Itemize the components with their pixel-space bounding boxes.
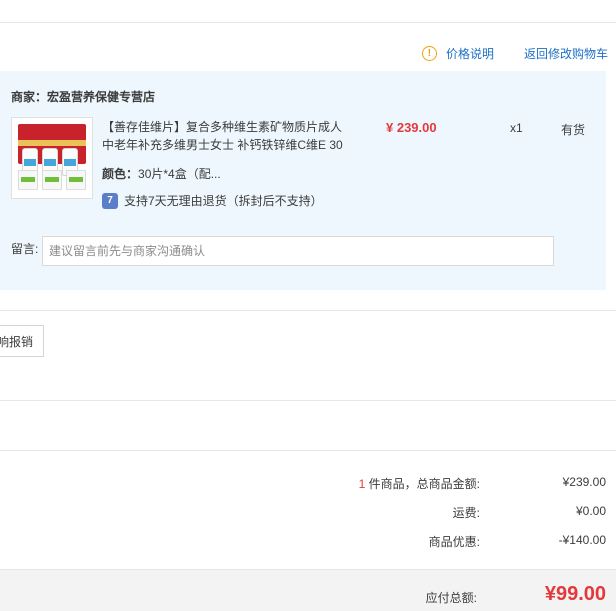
discount-value: -¥140.00 (558, 533, 606, 547)
gift-box-stripe (18, 140, 86, 146)
order-toolbar: ! 价格说明 返回修改购物车 (421, 38, 616, 68)
shop-name: 商家：宏盈营养保健专营店 (11, 90, 156, 104)
expense-claim-button[interactable]: 响报销 (0, 325, 44, 357)
discount-label: 商品优惠: (428, 535, 480, 549)
message-input[interactable] (42, 236, 554, 266)
product-thumbnail[interactable] (11, 117, 93, 199)
summary-items-row: 1 件商品，总商品金额: ¥239.00 (0, 475, 606, 493)
section-divider (0, 450, 616, 451)
total-value: ¥99.00 (544, 583, 606, 605)
shipping-label: 运费: (452, 506, 480, 520)
top-divider (0, 22, 616, 23)
info-circle-icon: ! (421, 45, 437, 61)
color-value: 30片*4盒（配... (138, 167, 221, 181)
items-total-value: ¥239.00 (562, 475, 606, 489)
unit-price: ¥ 239.00 (386, 120, 437, 135)
return-service: 7 支持7天无理由退货（拆封后不支持） (102, 192, 323, 209)
total-label: 应付总额: (425, 591, 477, 605)
product-attribute: 颜色：30片*4盒（配... (102, 165, 221, 182)
product-title[interactable]: 【善存佳维片】复合多种维生素矿物质片成人中老年补充多维男士女士 补钙铁锌维C维E… (102, 118, 352, 154)
price-note-link[interactable]: 价格说明 (446, 45, 494, 62)
pack-image (66, 170, 86, 190)
color-label: 颜色： (102, 167, 139, 181)
quantity: x1 (510, 121, 523, 135)
message-label: 留言: (11, 242, 39, 256)
items-label-text: 件商品，总商品金额: (365, 477, 480, 491)
shipping-value: ¥0.00 (575, 504, 606, 518)
items-total-label: 1 件商品，总商品金额: (359, 475, 480, 492)
back-to-cart-link[interactable]: 返回修改购物车 (524, 45, 608, 62)
stock-status: 有货 (561, 123, 586, 137)
pack-image (18, 170, 38, 190)
section-divider (0, 310, 616, 311)
return-service-icon: 7 (102, 192, 118, 209)
summary-discount-row: 商品优惠: -¥140.00 (0, 533, 606, 551)
total-bar: 应付总额: ¥99.00 (0, 569, 616, 611)
pack-image (42, 170, 62, 190)
section-divider (0, 400, 616, 401)
summary-shipping-row: 运费: ¥0.00 (0, 504, 606, 522)
shop-order-panel: 商家：宏盈营养保健专营店 【善存佳维片】复合多种维生素矿物质片成人中老年补充多维… (0, 71, 606, 290)
return-service-text: 支持7天无理由退货（拆封后不支持） (124, 194, 323, 208)
